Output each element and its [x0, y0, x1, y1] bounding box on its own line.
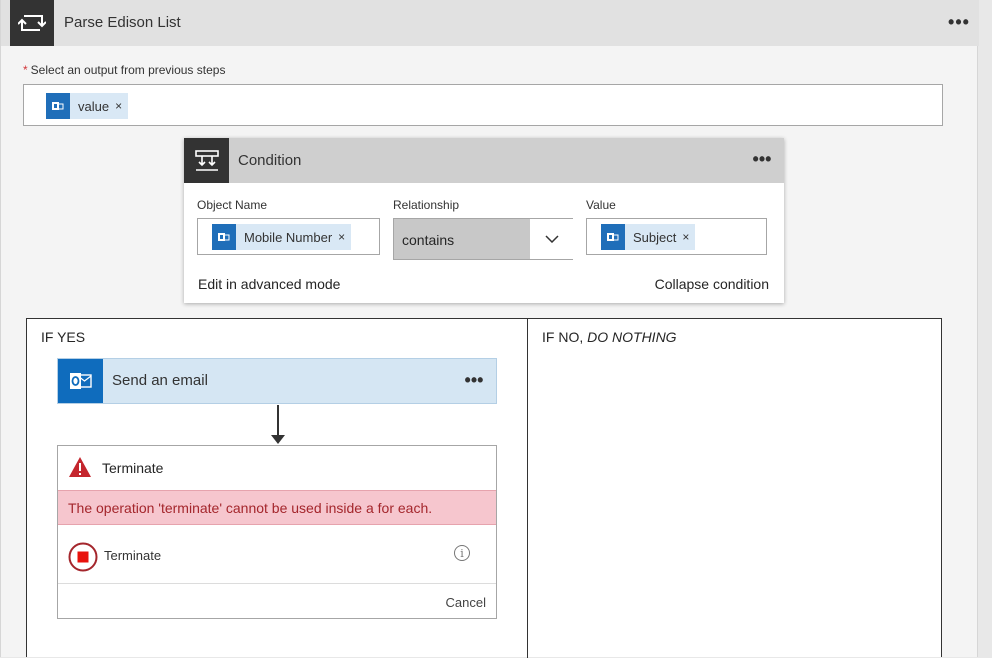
foreach-title: Parse Edison List [64, 14, 181, 31]
outlook-token-icon [601, 224, 625, 250]
if-no-label: IF NO, DO NOTHING [542, 329, 677, 345]
condition-more-options-button[interactable]: ••• [748, 148, 776, 172]
value-label: Value [586, 198, 616, 212]
if-no-emphasis: DO NOTHING [587, 329, 677, 345]
value-token[interactable]: value × [46, 93, 129, 119]
outlook-token-icon [212, 224, 236, 250]
warning-icon [68, 456, 92, 481]
terminate-footer-divider [58, 583, 496, 584]
relationship-label: Relationship [393, 198, 460, 212]
outlook-icon [58, 359, 103, 403]
condition-branches: IF YES IF NO, DO NOTHING Send an email •… [26, 318, 942, 658]
required-asterisk: * [23, 63, 28, 77]
foreach-header[interactable]: Parse Edison List ••• [1, 0, 979, 46]
outlook-token-icon [46, 93, 70, 119]
remove-subject-token-button[interactable]: × [682, 230, 695, 244]
terminate-card: Terminate The operation 'terminate' cann… [57, 445, 497, 619]
arrow-down-icon [271, 435, 285, 444]
select-output-label-text: Select an output from previous steps [30, 63, 226, 77]
relationship-dropdown[interactable]: contains [393, 218, 573, 260]
subject-token[interactable]: Subject × [601, 224, 696, 250]
info-icon[interactable]: i [454, 545, 470, 561]
foreach-card: Parse Edison List ••• * Select an output … [0, 0, 979, 658]
branch-divider [527, 319, 528, 658]
terminate-title: Terminate [102, 460, 164, 476]
condition-header[interactable]: Condition ••• [184, 138, 784, 183]
select-output-label: * Select an output from previous steps [23, 63, 225, 77]
stop-icon [68, 542, 98, 575]
object-name-label: Object Name [197, 198, 268, 212]
flow-arrow-line [277, 405, 279, 439]
relationship-selected-value: contains [402, 232, 455, 248]
if-no-prefix: IF NO, [542, 329, 588, 345]
remove-mobile-number-token-button[interactable]: × [338, 230, 351, 244]
select-output-field[interactable]: value × [23, 84, 943, 126]
foreach-more-options-button[interactable]: ••• [945, 10, 973, 36]
send-email-more-options-button[interactable]: ••• [460, 369, 488, 393]
loop-icon [10, 0, 54, 46]
condition-icon [184, 138, 229, 183]
chevron-down-icon[interactable] [530, 219, 573, 259]
subject-token-label: Subject [633, 229, 677, 245]
edit-advanced-mode-link[interactable]: Edit in advanced mode [198, 276, 340, 292]
mobile-number-token-label: Mobile Number [244, 229, 333, 245]
object-name-field[interactable]: Mobile Number × [197, 218, 380, 255]
cancel-button[interactable]: Cancel [446, 595, 486, 610]
condition-title: Condition [238, 152, 302, 169]
terminate-header[interactable]: Terminate [58, 446, 496, 490]
value-token-label: value [78, 98, 110, 114]
collapse-condition-link[interactable]: Collapse condition [655, 276, 769, 292]
terminate-error-message: The operation 'terminate' cannot be used… [58, 490, 496, 525]
condition-card: Condition ••• Object Name Mobile Number … [184, 138, 784, 303]
if-yes-label: IF YES [41, 329, 86, 345]
send-email-title: Send an email [112, 372, 208, 389]
remove-value-token-button[interactable]: × [115, 99, 128, 113]
terminate-action-label: Terminate [104, 548, 162, 563]
value-field[interactable]: Subject × [586, 218, 767, 255]
send-email-card[interactable]: Send an email ••• [57, 358, 497, 404]
mobile-number-token[interactable]: Mobile Number × [212, 224, 352, 250]
